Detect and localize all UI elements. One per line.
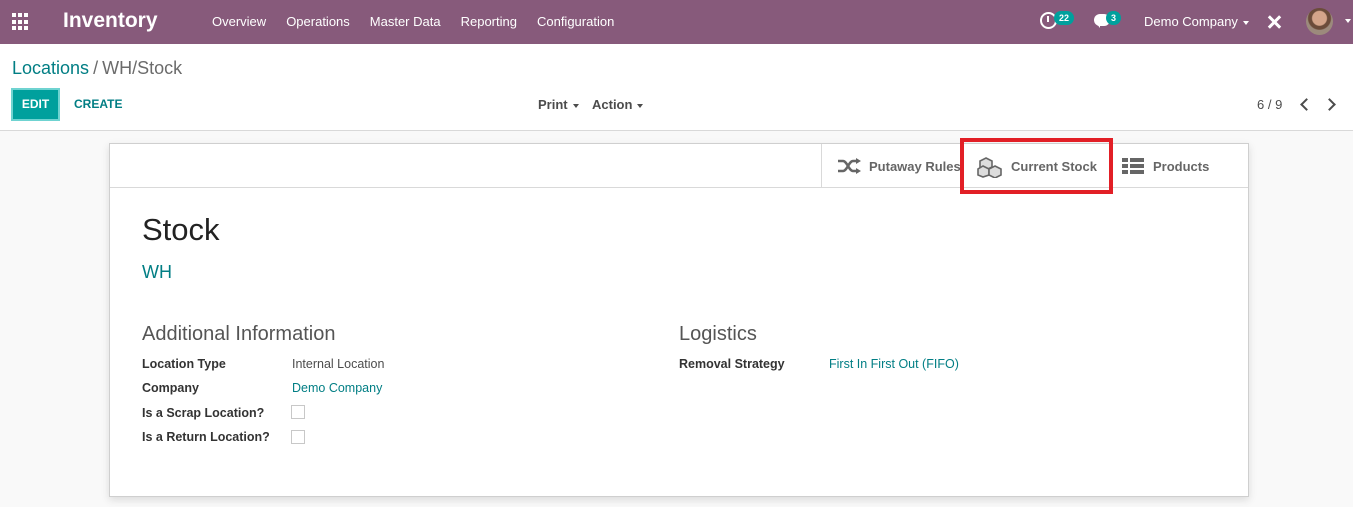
edit-button[interactable]: EDIT (11, 88, 60, 121)
scrap-location-label: Is a Scrap Location? (142, 406, 265, 420)
menu-master-data[interactable]: Master Data (360, 0, 451, 44)
apps-menu-icon[interactable] (12, 13, 30, 31)
form-sheet: Putaway Rules Current Stock Products Sto… (109, 138, 1249, 497)
message-count-badge: 3 (1106, 11, 1122, 25)
removal-strategy-label: Removal Strategy (679, 357, 785, 371)
pager-previous-icon[interactable] (1300, 98, 1313, 111)
menu-reporting[interactable]: Reporting (451, 0, 527, 44)
company-switcher[interactable]: Demo Company (1144, 0, 1249, 44)
return-location-checkbox[interactable] (291, 430, 305, 444)
products-label: Products (1153, 159, 1210, 174)
app-name[interactable]: Inventory (63, 9, 158, 33)
list-icon (1122, 158, 1144, 174)
location-type-value: Internal Location (292, 357, 385, 371)
pager-next-icon[interactable] (1323, 98, 1336, 111)
current-stock-highlight (960, 138, 1113, 194)
scrap-location-checkbox[interactable] (291, 405, 305, 419)
putaway-rules-label: Putaway Rules (869, 159, 961, 174)
putaway-rules-button[interactable]: Putaway Rules (821, 144, 962, 188)
user-menu-caret-icon[interactable] (1345, 19, 1351, 23)
company-label: Company (142, 381, 199, 395)
breadcrumb-locations[interactable]: Locations (12, 58, 89, 78)
menu-configuration[interactable]: Configuration (527, 0, 624, 44)
action-label: Action (592, 97, 633, 112)
parent-location-link[interactable]: WH (142, 262, 172, 283)
additional-info-heading: Additional Information (142, 323, 336, 345)
control-panel: Locations / WH/Stock EDIT CREATE Print Act… (0, 44, 1353, 131)
smart-button-box: Putaway Rules Current Stock Products (110, 138, 1248, 194)
print-label: Print (538, 97, 568, 112)
menu-overview[interactable]: Overview (202, 0, 276, 44)
activity-count-badge: 22 (1054, 11, 1075, 25)
action-dropdown[interactable]: Action (592, 88, 644, 121)
menu-operations[interactable]: Operations (276, 0, 360, 44)
breadcrumb: Locations / WH/Stock (12, 58, 182, 79)
debug-tools-icon[interactable] (1266, 14, 1282, 30)
create-button[interactable]: CREATE (74, 88, 122, 121)
user-avatar[interactable] (1306, 8, 1333, 35)
shuffle-icon (838, 158, 861, 174)
main-menu: Overview Operations Master Data Reportin… (202, 0, 624, 44)
print-dropdown[interactable]: Print (538, 88, 579, 121)
location-type-label: Location Type (142, 357, 226, 371)
breadcrumb-current: WH/Stock (102, 58, 183, 78)
products-button[interactable]: Products (1109, 144, 1248, 188)
caret-down-icon (1242, 20, 1249, 25)
caret-down-icon (637, 103, 644, 108)
top-navbar: Inventory Overview Operations Master Dat… (0, 0, 1353, 44)
record-title: Stock (142, 212, 220, 247)
return-location-label: Is a Return Location? (142, 430, 270, 444)
logistics-heading: Logistics (679, 323, 757, 345)
removal-strategy-link[interactable]: First In First Out (FIFO) (829, 357, 959, 371)
company-name: Demo Company (1144, 14, 1238, 29)
caret-down-icon (572, 103, 579, 108)
pager-value[interactable]: 6 / 9 (1257, 88, 1282, 121)
company-link[interactable]: Demo Company (292, 381, 382, 395)
breadcrumb-separator: / (93, 58, 99, 78)
